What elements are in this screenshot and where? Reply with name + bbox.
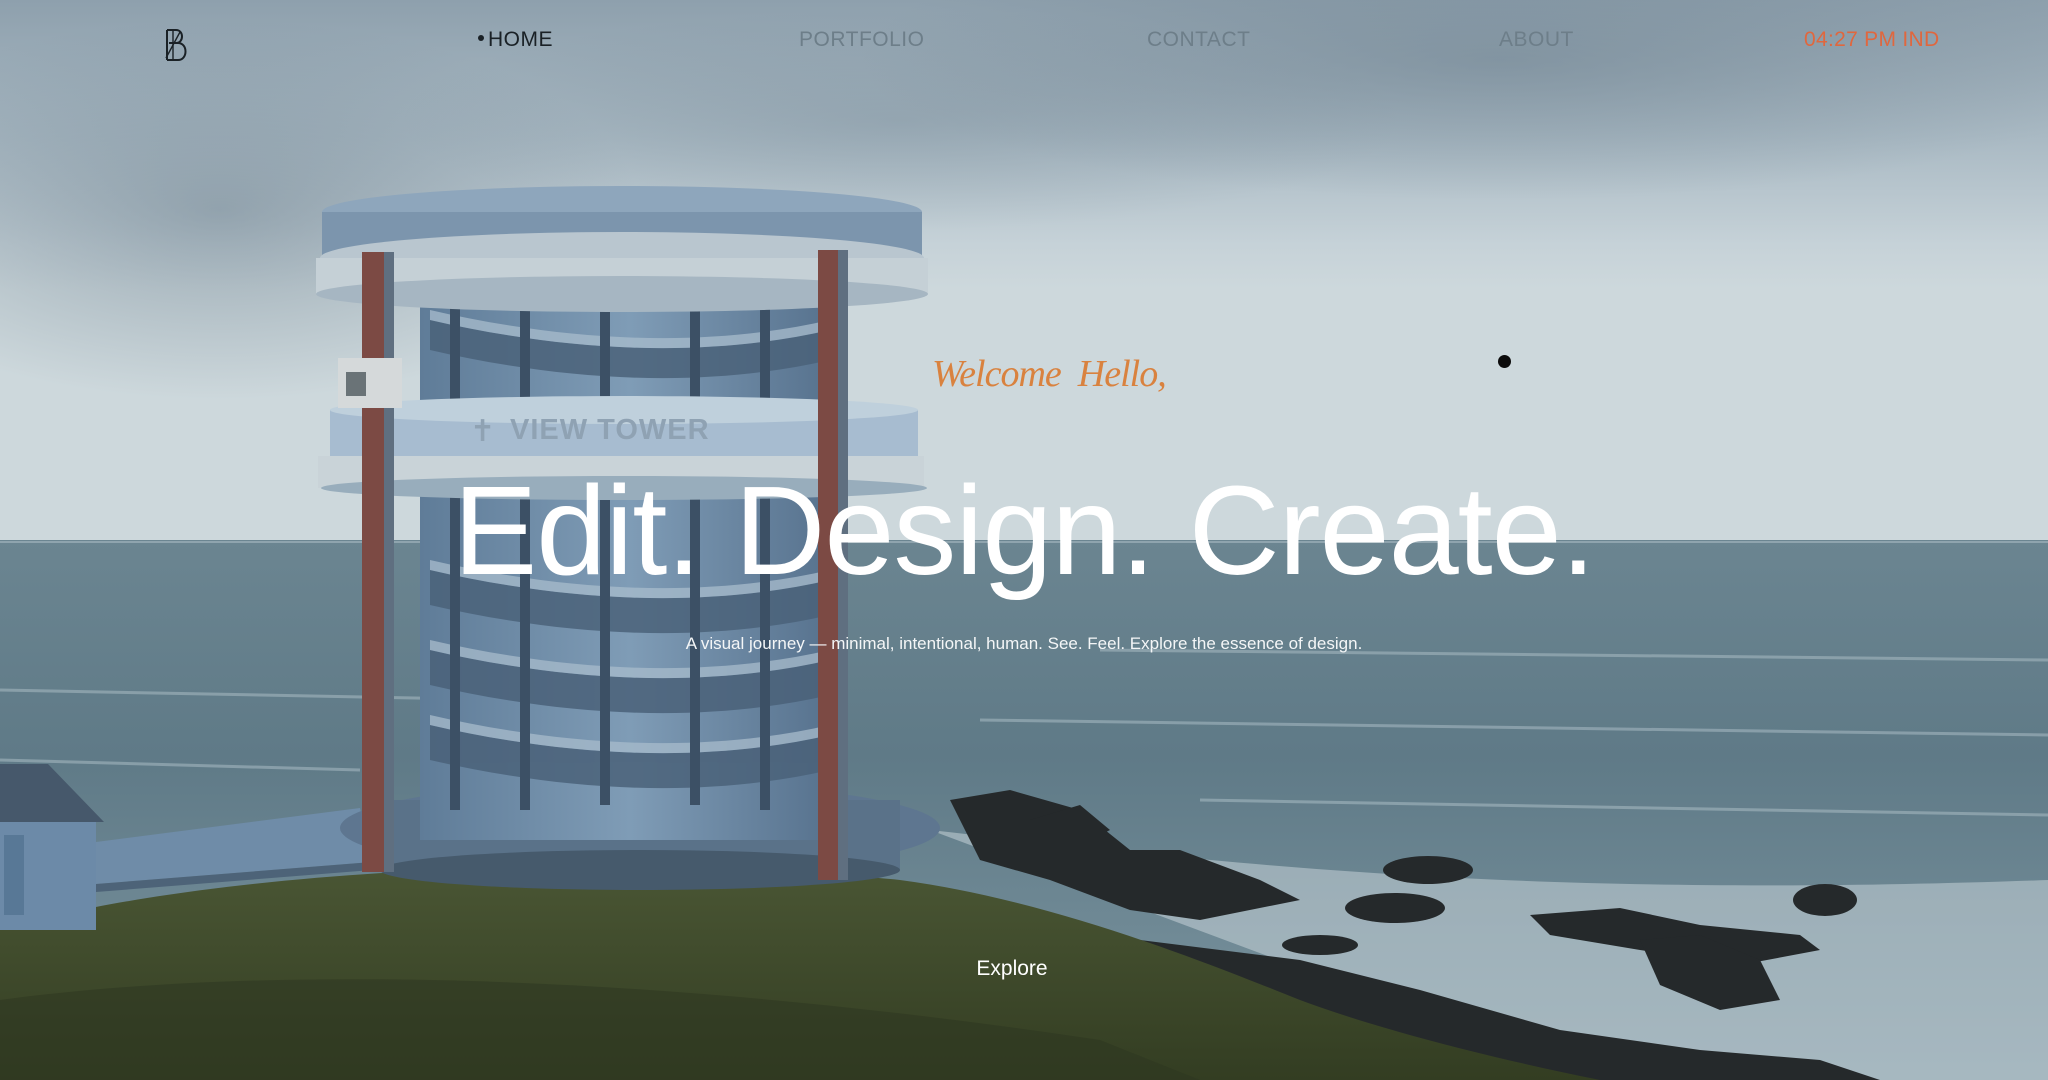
cursor-dot [1498, 355, 1511, 368]
logo-monogram-icon [165, 29, 187, 61]
tower-sign-text: VIEW TOWER [510, 414, 710, 446]
hero-subline: A visual journey — minimal, intentional,… [685, 634, 1363, 653]
explore-button[interactable]: Explore [0, 957, 2024, 981]
active-dot-icon [478, 35, 484, 42]
cross-icon: ✝ [470, 414, 496, 449]
nav-home[interactable]: HOME [478, 28, 553, 52]
local-time: 04:27 PM IND [1804, 28, 1940, 51]
nav-home-label: HOME [488, 28, 553, 51]
nav-contact[interactable]: CONTACT [1147, 28, 1250, 52]
logo[interactable] [164, 28, 190, 62]
site-header: HOME PORTFOLIO CONTACT ABOUT 04:27 PM IN… [0, 0, 2048, 90]
hero-headline: Edit. Design. Create. [453, 460, 1596, 601]
welcome-greeting: Welcome Hello, [932, 353, 1167, 395]
nav-portfolio[interactable]: PORTFOLIO [799, 28, 924, 52]
page: VIEW TOWER ✝ HOME PORTFOLIO CONTACT ABOU… [0, 0, 2048, 1080]
nav-about[interactable]: ABOUT [1499, 28, 1574, 52]
